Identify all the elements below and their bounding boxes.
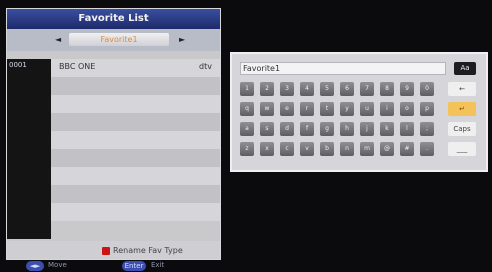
key[interactable]: f	[300, 122, 314, 136]
key[interactable]: g	[320, 122, 334, 136]
key[interactable]: y	[340, 102, 354, 116]
channel-row[interactable]	[51, 95, 220, 113]
key[interactable]: #	[400, 142, 414, 156]
exit-label: Exit	[151, 261, 165, 269]
move-label: Move	[48, 261, 67, 269]
channel-row[interactable]: BBC ONE dtv	[51, 59, 220, 77]
key[interactable]: d	[280, 122, 294, 136]
key[interactable]: u	[360, 102, 374, 116]
key[interactable]: i	[380, 102, 394, 116]
key[interactable]: o	[400, 102, 414, 116]
key[interactable]: p	[420, 102, 434, 116]
red-key-icon	[102, 247, 110, 255]
virtual-keyboard-panel: Favorite1 Aa 1 2 3 4 5 6 7 8 9 0 ← q w e…	[230, 52, 488, 172]
key[interactable]: 5	[320, 82, 334, 96]
backspace-key[interactable]: ←	[448, 82, 476, 96]
enter-key-icon: Enter	[122, 261, 146, 271]
key[interactable]: 0	[420, 82, 434, 96]
key[interactable]: 2	[260, 82, 274, 96]
move-key-icon: ◄►	[26, 261, 44, 271]
key[interactable]: b	[320, 142, 334, 156]
channel-row[interactable]	[51, 77, 220, 95]
key[interactable]: w	[260, 102, 274, 116]
channel-row[interactable]	[51, 185, 220, 203]
space-key[interactable]: ___	[448, 142, 476, 156]
favorite-group-select[interactable]: Favorite1	[69, 33, 169, 46]
key[interactable]: @	[380, 142, 394, 156]
key[interactable]: e	[280, 102, 294, 116]
key[interactable]: t	[320, 102, 334, 116]
key[interactable]: 9	[400, 82, 414, 96]
channel-row[interactable]	[51, 203, 220, 221]
favorite-footer: Rename Fav Type	[7, 241, 220, 259]
key[interactable]: 7	[360, 82, 374, 96]
key[interactable]: 1	[240, 82, 254, 96]
key[interactable]: s	[260, 122, 274, 136]
channel-row[interactable]	[51, 131, 220, 149]
key[interactable]: r	[300, 102, 314, 116]
key[interactable]: 4	[300, 82, 314, 96]
key[interactable]: m	[360, 142, 374, 156]
key[interactable]: 8	[380, 82, 394, 96]
key[interactable]: j	[360, 122, 374, 136]
channel-row[interactable]	[51, 113, 220, 131]
key[interactable]: n	[340, 142, 354, 156]
case-mode-button[interactable]: Aa	[454, 62, 476, 75]
channel-number-column	[7, 59, 51, 239]
channel-flag: dtv	[199, 62, 212, 71]
caps-key[interactable]: Caps	[448, 122, 476, 136]
key[interactable]: v	[300, 142, 314, 156]
key[interactable]: l	[400, 122, 414, 136]
channel-row[interactable]	[51, 149, 220, 167]
favorite-list-panel: Favorite List ◄ Favorite1 ► BBC ONE dtv …	[6, 8, 221, 260]
key[interactable]: q	[240, 102, 254, 116]
enter-key[interactable]: ↵	[448, 102, 476, 116]
key[interactable]: ;	[420, 122, 434, 136]
key[interactable]: .	[420, 142, 434, 156]
key[interactable]: h	[340, 122, 354, 136]
channel-row[interactable]	[51, 167, 220, 185]
favorite-list-title: Favorite List	[7, 9, 220, 29]
left-arrow-icon[interactable]: ◄	[55, 33, 61, 46]
key[interactable]: 6	[340, 82, 354, 96]
key[interactable]: c	[280, 142, 294, 156]
keyboard-grid: 1 2 3 4 5 6 7 8 9 0 ← q w e r t y u i o …	[240, 82, 480, 164]
key[interactable]: x	[260, 142, 274, 156]
key[interactable]: k	[380, 122, 394, 136]
rename-fav-type-label: Rename Fav Type	[113, 246, 183, 255]
keyboard-input-field[interactable]: Favorite1	[240, 62, 446, 75]
channel-name: BBC ONE	[59, 62, 96, 71]
group-selector-bar: ◄ Favorite1 ►	[7, 29, 220, 51]
help-bar: ◄► Move Enter Exit	[6, 260, 221, 272]
channel-number: 0001	[9, 61, 27, 69]
key[interactable]: z	[240, 142, 254, 156]
key[interactable]: a	[240, 122, 254, 136]
key[interactable]: 3	[280, 82, 294, 96]
right-arrow-icon[interactable]: ►	[179, 33, 185, 46]
